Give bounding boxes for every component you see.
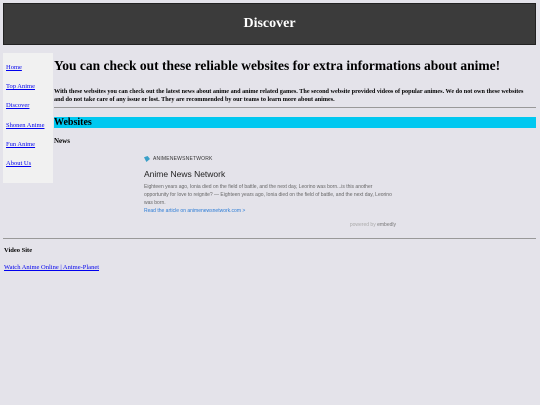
intro-text: With these websites you can check out th… (54, 88, 524, 104)
websites-section-bar: Websites (54, 117, 536, 128)
sidebar-item-fun-anime[interactable]: Fun Anime (6, 141, 35, 148)
anime-planet-link[interactable]: Watch Anime Online | Anime-Planet (4, 264, 99, 271)
news-embed-card: ANIMENEWSNETWORK Anime News Network Eigh… (144, 154, 396, 230)
divider (3, 238, 536, 239)
animenewsnetwork-logo-icon (144, 156, 150, 162)
embed-description: Eighteen years ago, Ionia died on the fi… (144, 184, 392, 206)
page-header: Discover (3, 3, 536, 45)
page-title: Discover (243, 16, 296, 31)
video-site-heading: Video Site (4, 247, 33, 254)
sidebar-item-top-anime[interactable]: Top Anime (6, 83, 35, 90)
sidebar-item-about-us[interactable]: About Us (6, 160, 31, 167)
embed-provider-name: ANIMENEWSNETWORK (153, 156, 213, 162)
embed-read-more-link[interactable]: Read the article on animenewsnetwork.com… (144, 208, 245, 214)
main-heading: You can check out these reliable website… (54, 58, 501, 73)
embed-title[interactable]: Anime News Network (144, 169, 225, 179)
sidebar-item-home[interactable]: Home (6, 64, 22, 71)
embedly-brand: embedly (377, 222, 396, 228)
sidebar-item-discover[interactable]: Discover (6, 102, 29, 109)
sidebar-nav: Home Top Anime Discover Shonen Anime Fun… (3, 53, 53, 183)
powered-by-label: powered by (349, 222, 376, 228)
embed-powered-by: powered by embedly (350, 222, 396, 228)
sidebar-item-shonen-anime[interactable]: Shonen Anime (6, 122, 44, 129)
divider (54, 107, 536, 108)
main-content: You can check out these reliable website… (54, 57, 536, 103)
news-heading: News (54, 137, 70, 145)
embed-provider: ANIMENEWSNETWORK (144, 156, 213, 162)
